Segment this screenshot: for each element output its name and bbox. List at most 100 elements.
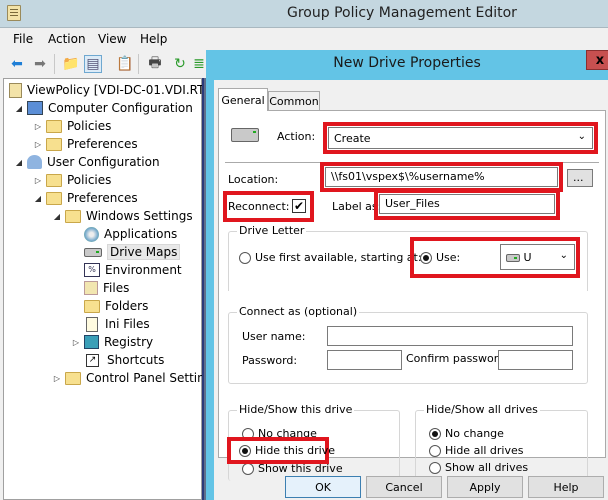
tree-item-policies[interactable]: ▷ Policies: [33, 171, 111, 189]
tree-item-shortcuts[interactable]: ↗ Shortcuts: [84, 351, 164, 369]
dialog-title: New Drive Properties: [333, 55, 481, 71]
collapsed-triangle-icon[interactable]: ▷: [33, 176, 43, 185]
folder-icon: [46, 137, 62, 151]
tree-item-user-configuration[interactable]: ◢ User Configuration: [14, 153, 160, 171]
policy-scroll-icon: [9, 82, 22, 98]
registry-cubes-icon: [84, 335, 99, 349]
tree-item-environment[interactable]: % Environment: [84, 261, 182, 279]
expanded-triangle-icon[interactable]: ◢: [33, 194, 43, 203]
expanded-triangle-icon[interactable]: ◢: [14, 158, 24, 167]
confirm-password-input[interactable]: [498, 350, 573, 370]
forward-arrow-icon[interactable]: ➡: [31, 55, 49, 73]
radio-unselected-icon: [239, 251, 251, 264]
tree-item-preferences[interactable]: ◢ Preferences: [33, 189, 138, 207]
drive-letter-icon: [506, 254, 520, 262]
window-title: Group Policy Management Editor: [287, 5, 517, 21]
connect-as-group: Connect as (optional) User name: Passwor…: [228, 305, 588, 384]
reconnect-checkbox[interactable]: ✔: [292, 199, 306, 213]
all-show-radio[interactable]: Show all drives: [429, 461, 528, 474]
toolbar-separator: [54, 54, 55, 74]
show-hide-tree-icon[interactable]: ▤: [84, 55, 102, 73]
all-no-change-label: No change: [445, 427, 504, 440]
action-dropdown[interactable]: Create ⌄: [328, 127, 593, 149]
expanded-triangle-icon[interactable]: ◢: [14, 104, 24, 113]
collapsed-triangle-icon[interactable]: ▷: [33, 122, 43, 131]
label-as-input[interactable]: User_Files: [379, 194, 555, 214]
menu-help[interactable]: Help: [140, 32, 167, 46]
shortcut-arrow-icon: ↗: [86, 353, 99, 367]
chevron-down-icon: ⌄: [577, 131, 586, 142]
this-hide-radio[interactable]: Hide this drive: [239, 444, 335, 457]
tree-item-ini-files[interactable]: Ini Files: [84, 315, 150, 333]
tree-item-applications[interactable]: Applications: [84, 225, 177, 243]
clipboard-icon[interactable]: 📋: [116, 55, 134, 73]
apply-button[interactable]: Apply: [447, 476, 523, 498]
collapsed-triangle-icon[interactable]: ▷: [71, 338, 81, 347]
drive-letter-dropdown[interactable]: U ⌄: [500, 244, 575, 270]
applications-disc-icon: [84, 226, 99, 242]
action-label: Action:: [277, 130, 316, 143]
tab-general[interactable]: General: [218, 88, 268, 111]
menu-action[interactable]: Action: [48, 32, 86, 46]
refresh-icon[interactable]: ↻: [171, 55, 189, 73]
use-first-available-radio[interactable]: Use first available, starting at:: [239, 251, 422, 264]
up-folder-icon[interactable]: 📁: [62, 55, 80, 73]
location-input[interactable]: \\fs01\vspex$\%username%: [325, 167, 558, 187]
tree-item-control-panel-settings[interactable]: ▷ Control Panel Setting: [52, 369, 212, 387]
use-first-available-label: Use first available, starting at:: [255, 251, 422, 264]
all-no-change-radio[interactable]: No change: [429, 427, 504, 440]
toolbar-separator: [138, 54, 139, 74]
menu-bar: File Action View Help: [0, 28, 608, 50]
chevron-down-icon: ⌄: [559, 250, 568, 261]
export-list-icon[interactable]: ≣: [193, 55, 205, 73]
collapsed-triangle-icon[interactable]: ▷: [33, 140, 43, 149]
tree-item-computer-configuration[interactable]: ◢ Computer Configuration: [14, 99, 193, 117]
collapsed-triangle-icon[interactable]: ▷: [52, 374, 62, 383]
back-arrow-icon[interactable]: ⬅: [8, 55, 26, 73]
folders-icon: [84, 299, 100, 313]
cancel-button[interactable]: Cancel: [366, 476, 442, 498]
tree-item-policies[interactable]: ▷ Policies: [33, 117, 111, 135]
menu-file[interactable]: File: [13, 32, 33, 46]
tree-item-windows-settings[interactable]: ◢ Windows Settings: [52, 207, 193, 225]
folder-icon: [46, 119, 62, 133]
use-letter-radio[interactable]: Use:: [420, 251, 460, 264]
action-value: Create: [334, 132, 371, 145]
close-button[interactable]: x: [586, 50, 608, 70]
hide-show-all-drives-group: Hide/Show all drives No change Hide all …: [415, 403, 588, 481]
files-icon: [84, 281, 98, 295]
tree-item-folders[interactable]: Folders: [84, 297, 148, 315]
menu-view[interactable]: View: [98, 32, 126, 46]
all-show-label: Show all drives: [445, 461, 529, 474]
hide-show-this-title: Hide/Show this drive: [237, 403, 355, 416]
print-icon[interactable]: 🖶: [146, 55, 164, 73]
all-hide-radio[interactable]: Hide all drives: [429, 444, 524, 457]
help-button[interactable]: Help: [528, 476, 604, 498]
radio-selected-icon: [420, 251, 432, 264]
browse-button[interactable]: ...: [567, 169, 593, 187]
tree-item-drive-maps[interactable]: Drive Maps: [84, 243, 181, 261]
tab-common[interactable]: Common: [268, 91, 320, 111]
tree-item-registry[interactable]: ▷ Registry: [71, 333, 153, 351]
radio-unselected-icon: [429, 444, 441, 457]
drive-icon: [231, 128, 259, 145]
general-tab-page: Action: Create ⌄ Location: \\fs01\vspex$…: [218, 110, 606, 481]
environment-percent-icon: %: [84, 263, 100, 277]
users-icon: [27, 155, 42, 169]
password-input[interactable]: [327, 350, 402, 370]
drive-letter-title: Drive Letter: [237, 224, 307, 237]
ok-button[interactable]: OK: [285, 476, 361, 498]
password-label: Password:: [242, 354, 298, 367]
ini-file-icon: [86, 316, 98, 332]
tree-item-preferences[interactable]: ▷ Preferences: [33, 135, 138, 153]
folder-icon: [65, 209, 81, 223]
main-title-bar: Group Policy Management Editor: [0, 0, 608, 28]
tree-root[interactable]: ViewPolicy [VDI-DC-01.VDI.RTP: [9, 81, 212, 99]
console-tree: ViewPolicy [VDI-DC-01.VDI.RTP ◢ Computer…: [3, 78, 212, 500]
reconnect-label: Reconnect:: [228, 200, 290, 213]
tree-item-files[interactable]: Files: [84, 279, 129, 297]
username-input[interactable]: [327, 326, 573, 346]
username-label: User name:: [242, 330, 306, 343]
confirm-password-label: Confirm password:: [406, 352, 509, 365]
expanded-triangle-icon[interactable]: ◢: [52, 212, 62, 221]
